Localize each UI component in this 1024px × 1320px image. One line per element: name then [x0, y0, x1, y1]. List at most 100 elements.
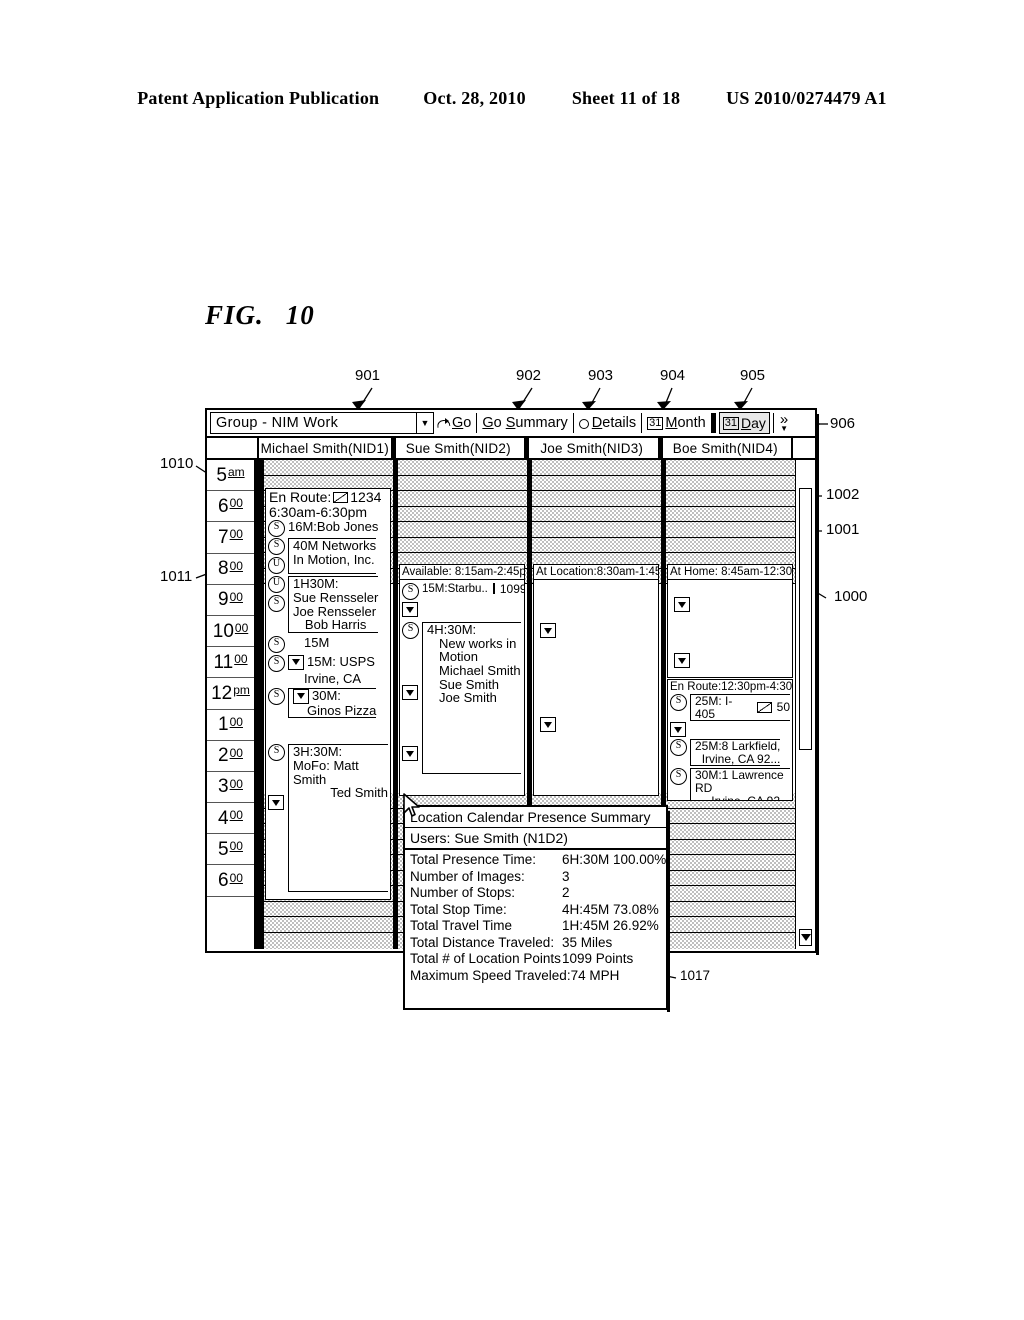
- appointment-boe-enroute[interactable]: En Route:12:30pm-4:30pm S 25M: I-405 50 …: [667, 679, 793, 801]
- ref-906: 906: [830, 415, 856, 432]
- appointment-joe-at-location[interactable]: At Location:8:30am-1:45pm: [533, 564, 659, 796]
- expand-badge-icon[interactable]: [402, 746, 418, 761]
- time-slot-suffix: am: [227, 465, 245, 480]
- time-axis-column: 5 am 6 00 7 00 8 00 9 00 10 00 11 00 12 pm 1 00 2…: [207, 460, 259, 949]
- toolbar-overflow-button[interactable]: » ▼: [776, 412, 792, 434]
- appointment-titlebar: En Route:12:30pm-4:30pm: [670, 681, 793, 693]
- time-slot-hour: 8: [218, 558, 229, 580]
- expand-badge-icon[interactable]: [540, 717, 556, 732]
- summary-row-value: 35 Miles: [562, 934, 613, 950]
- appointment-titlebar: Available: 8:15am-2:45pm: [400, 566, 525, 580]
- group-select[interactable]: Group - NIM Work ▼: [210, 412, 434, 434]
- time-slot[interactable]: 5 am: [207, 460, 254, 492]
- envelope-icon: [756, 702, 772, 714]
- time-slot-hour: 9: [218, 589, 229, 611]
- month-button[interactable]: 31 Month: [644, 412, 709, 434]
- time-slot-suffix: 00: [229, 558, 243, 573]
- stop-badge-icon: S: [670, 768, 687, 786]
- go-summary-button[interactable]: Go Summary: [479, 412, 570, 434]
- time-slot[interactable]: 5 00: [207, 834, 254, 866]
- unknown-badge-icon: U: [268, 557, 285, 575]
- time-slot[interactable]: 6 00: [207, 865, 254, 897]
- group-select-value: Group - NIM Work: [216, 415, 339, 431]
- vertical-scrollbar[interactable]: [795, 460, 815, 949]
- summary-row-label: Maximum Speed Traveled:: [410, 967, 571, 983]
- time-slot[interactable]: 6 00: [207, 491, 254, 523]
- expand-badge-icon[interactable]: [402, 685, 418, 700]
- summary-row-label: Total Stop Time:: [410, 901, 507, 917]
- time-slot[interactable]: 10 00: [207, 616, 254, 648]
- scrollbar-thumb[interactable]: [799, 488, 812, 750]
- summary-row: Total Stop Time: 4H:45M 73.08%: [410, 902, 661, 919]
- appointment-titlebar: At Home: 8:45am-12:30pm: [668, 566, 793, 580]
- publication-date: Oct. 28, 2010: [423, 88, 526, 108]
- time-slot[interactable]: 9 00: [207, 585, 254, 616]
- appointment-boe-at-home[interactable]: At Home: 8:45am-12:30pm: [667, 564, 793, 678]
- time-slot[interactable]: 11 00: [207, 647, 254, 679]
- summary-row-value: 1H:45M 26.92%: [562, 918, 659, 933]
- entry-text: 15M: [304, 634, 330, 650]
- expand-badge-icon[interactable]: [288, 654, 304, 670]
- header-scroll-gap: [793, 438, 815, 458]
- expand-badge-icon[interactable]: [293, 688, 309, 704]
- stop-badge-icon: S: [268, 520, 285, 538]
- appointment-michael-enroute[interactable]: En Route: 1234 6:30am-6:30pm S 16M:Bob Jo…: [265, 488, 391, 900]
- ref-1000: 1000: [834, 588, 868, 605]
- time-slot[interactable]: 1 00: [207, 710, 254, 741]
- scroll-down-button[interactable]: [799, 929, 812, 946]
- column-header-michael[interactable]: Michael Smith(NID1): [259, 438, 395, 458]
- summary-row-label: Total Distance Traveled:: [410, 934, 555, 950]
- entry-text: Ted Smith: [330, 785, 388, 801]
- stop-badge-icon: S: [402, 583, 419, 600]
- details-button[interactable]: Details: [576, 412, 639, 434]
- expand-badge-icon[interactable]: [674, 653, 690, 668]
- expand-badge-icon[interactable]: [540, 623, 556, 638]
- column-divider: [259, 460, 264, 949]
- summary-row: Total Distance Traveled: 35 Miles: [410, 935, 661, 952]
- stop-badge-icon: S: [402, 622, 419, 639]
- time-slot[interactable]: 12 pm: [207, 678, 254, 710]
- publication-label: Patent Application Publication: [137, 88, 380, 108]
- stop-badge-icon: S: [268, 687, 285, 705]
- expand-badge-icon[interactable]: [268, 795, 284, 811]
- column-header-boe[interactable]: Boe Smith(NID4): [660, 438, 793, 458]
- entry-text: 40M Networks: [293, 538, 377, 554]
- day-button[interactable]: 31 Day: [718, 412, 770, 434]
- time-slot[interactable]: 4 00: [207, 803, 254, 835]
- time-slot-hour: 6: [218, 870, 229, 892]
- entry-count: 50: [776, 700, 790, 715]
- summary-row: Maximum Speed Traveled: 74 MPH: [410, 968, 661, 985]
- time-slot[interactable]: 8 00: [207, 554, 254, 585]
- stop-badge-icon: S: [268, 744, 285, 762]
- time-slot[interactable]: 7 00: [207, 522, 254, 554]
- calendar-31-icon: 31: [722, 416, 739, 430]
- time-slot[interactable]: 3 00: [207, 772, 254, 804]
- stop-badge-icon: S: [268, 654, 285, 672]
- location-presence-summary-dialog[interactable]: Location Calendar Presence Summary Users…: [403, 805, 670, 1012]
- go-arrow-icon: [437, 417, 451, 429]
- entry-text: Michael Smith: [439, 662, 521, 678]
- summary-row-value: 4H:45M 73.08%: [562, 901, 659, 917]
- corner-cell: [207, 438, 259, 458]
- entry-text: In Motion, Inc.: [293, 552, 375, 568]
- appointment-sue-available[interactable]: Available: 8:15am-2:45pm S 15M:Starbu.. …: [399, 564, 525, 796]
- expand-badge-icon[interactable]: [670, 722, 686, 738]
- expand-badge-icon[interactable]: [402, 602, 418, 617]
- entry-text: Ginos Pizza: [307, 702, 377, 718]
- summary-row-value: 1099 Points: [562, 951, 634, 966]
- summary-row-label: Number of Images:: [410, 868, 525, 884]
- summary-row: Total Travel Time 1H:45M 26.92%: [410, 918, 661, 935]
- ref-1002: 1002: [826, 486, 860, 503]
- time-slot[interactable]: 2 00: [207, 741, 254, 772]
- patent-header: Patent Application Publication Oct. 28, 2…: [0, 88, 1024, 109]
- column-header-sue[interactable]: Sue Smith(NID2): [393, 438, 529, 458]
- chevron-down-icon[interactable]: ▼: [416, 413, 433, 433]
- column-header-joe[interactable]: Joe Smith(NID3): [526, 438, 662, 458]
- entry-text: Bob Harris: [304, 617, 367, 633]
- entry-text: Sue Smith: [439, 676, 499, 692]
- go-button[interactable]: Go: [434, 412, 474, 434]
- entry-text: 30M:1 Lawrence RD: [695, 768, 784, 795]
- expand-badge-icon[interactable]: [674, 597, 690, 612]
- time-slot-suffix: 00: [229, 527, 243, 542]
- entry-text: Joe Smith: [439, 690, 497, 706]
